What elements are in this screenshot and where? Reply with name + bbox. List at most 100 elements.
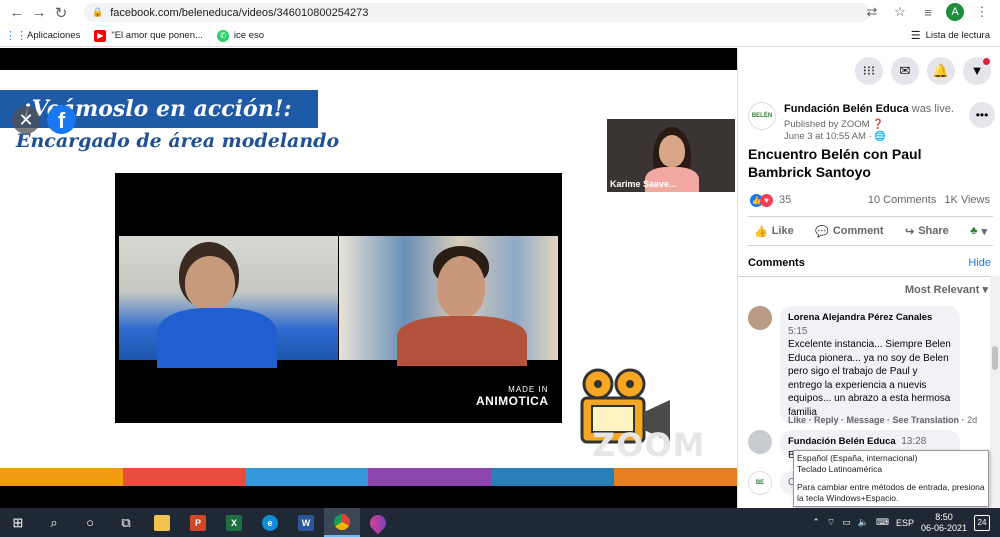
- post-actions: 👍 Like 💬 Comment ↪ Share ♣ ▾: [748, 216, 993, 246]
- commenter-avatar[interactable]: [748, 430, 772, 454]
- taskbar-file-explorer[interactable]: [144, 508, 180, 537]
- clock-date: 06-06-2021: [920, 522, 967, 533]
- taskbar-chrome[interactable]: [324, 508, 360, 537]
- comment-time[interactable]: 5:15: [788, 326, 807, 337]
- commenter-avatar[interactable]: [748, 306, 772, 330]
- page-name-link[interactable]: Fundación Belén Educa: [784, 103, 909, 115]
- reading-list-icon: ☰: [910, 30, 921, 42]
- bookmark-star-icon[interactable]: ☆: [890, 2, 910, 22]
- reaction-count[interactable]: 35: [779, 194, 791, 206]
- close-video-button[interactable]: ✕: [12, 106, 40, 134]
- post-options-button[interactable]: •••: [969, 102, 995, 128]
- comment-author[interactable]: Lorena Alejandra Pérez Canales: [788, 312, 932, 323]
- network-icon[interactable]: ⌔: [827, 517, 835, 528]
- comments-title: Comments: [748, 257, 805, 269]
- droplet-icon: [366, 511, 390, 534]
- taskbar-word[interactable]: W: [288, 508, 324, 537]
- share-button[interactable]: ↪ Share: [905, 225, 949, 238]
- circle-icon: ○: [86, 515, 94, 530]
- cortana-button[interactable]: ○: [72, 508, 108, 537]
- apps-grid-icon: ⋮⋮: [5, 30, 27, 42]
- keyboard-icon[interactable]: ⌨: [876, 517, 889, 528]
- close-icon: ✕: [18, 109, 34, 130]
- comments-scrollbar[interactable]: [990, 276, 1000, 508]
- taskbar-powerpoint[interactable]: P: [180, 508, 216, 537]
- sort-dropdown[interactable]: Most Relevant ▾: [905, 283, 988, 296]
- stripe-segment: [491, 468, 615, 486]
- back-icon[interactable]: ←: [6, 2, 28, 24]
- profile-avatar[interactable]: A: [946, 3, 964, 21]
- comment-actions[interactable]: Like · Reply · Message · See Translation…: [788, 415, 977, 425]
- post-meta: Published by ZOOM ❓ June 3 at 10:55 AM ·…: [784, 119, 887, 143]
- comment-time[interactable]: 13:28: [901, 436, 926, 447]
- chrome-icon: [334, 513, 350, 530]
- views-count: 1K Views: [944, 194, 990, 206]
- app-root: ← → ↻ 🔒 facebook.com/beleneduca/videos/3…: [0, 0, 1000, 537]
- whatsapp-icon: ✆: [216, 29, 229, 42]
- account-button[interactable]: ▼: [963, 56, 991, 85]
- stripe-segment: [122, 468, 246, 486]
- task-view-icon: ⧉: [121, 514, 131, 530]
- excel-icon: X: [226, 514, 242, 531]
- battery-icon[interactable]: ▭: [842, 517, 851, 528]
- comment-bubble-icon: 💬: [815, 225, 829, 238]
- stripe-segment: [368, 468, 492, 486]
- reading-list-label: Lista de lectura: [925, 30, 990, 41]
- share-arrow-icon: ↪: [905, 225, 915, 238]
- powerpoint-icon: P: [190, 514, 206, 531]
- url-text: facebook.com/beleneduca/videos/346010800…: [110, 6, 369, 19]
- facebook-logo-icon[interactable]: f: [47, 105, 76, 134]
- search-icon: ⌕: [50, 514, 58, 530]
- comment-button[interactable]: 💬 Comment: [815, 225, 883, 238]
- menu-grid-button[interactable]: ⁝⁝⁝: [855, 56, 883, 85]
- webcam-feed-left: [119, 236, 338, 368]
- composer-avatar: BE: [748, 471, 772, 495]
- translate-icon[interactable]: ⇄: [862, 2, 882, 22]
- reload-icon[interactable]: ↻: [50, 2, 72, 24]
- search-button[interactable]: ⌕: [36, 508, 72, 537]
- stripe-segment: [0, 468, 123, 486]
- address-bar[interactable]: 🔒 facebook.com/beleneduca/videos/3460108…: [84, 3, 870, 22]
- taskbar-edge[interactable]: e: [252, 508, 288, 537]
- color-stripe: [0, 468, 737, 486]
- comment-author[interactable]: Fundación Belén Educa: [788, 436, 896, 447]
- youtube-icon: ▶: [94, 29, 107, 42]
- comment-actions-text[interactable]: Like · Reply · Message · See Translation…: [788, 415, 965, 425]
- info-icon[interactable]: ❓: [872, 119, 884, 130]
- reading-list-icon[interactable]: ≡: [918, 2, 938, 22]
- clock[interactable]: 8:50 06-06-2021: [921, 512, 967, 534]
- taskbar-excel[interactable]: X: [216, 508, 252, 537]
- forward-icon[interactable]: →: [28, 2, 50, 24]
- post-author-line: Fundación Belén Educa was live.: [784, 103, 954, 115]
- reading-list-button[interactable]: ☰ Lista de lectura: [911, 29, 990, 42]
- bookmark-apps[interactable]: ⋮⋮ Aplicaciones: [5, 30, 80, 42]
- post-date[interactable]: June 3 at 10:55 AM: [784, 131, 866, 142]
- taskbar-app[interactable]: [360, 508, 396, 537]
- task-view-button[interactable]: ⧉: [108, 508, 144, 537]
- notifications-button[interactable]: 🔔: [927, 56, 955, 85]
- bookmark-youtube[interactable]: ▶ "El amor que ponen...: [94, 29, 203, 42]
- hide-comments-link[interactable]: Hide: [968, 257, 991, 269]
- language-indicator[interactable]: ESP: [896, 518, 914, 528]
- love-reaction-icon: ♥: [760, 193, 773, 207]
- page-selector-button[interactable]: ♣ ▾: [970, 225, 987, 238]
- bookmark-whatsapp[interactable]: ✆ ice eso: [216, 29, 264, 42]
- bookmarks-bar: ⋮⋮ Aplicaciones ▶ "El amor que ponen... …: [0, 25, 1000, 47]
- notification-center-button[interactable]: 24: [974, 514, 990, 531]
- webcam-feed-right: [339, 236, 558, 366]
- page-avatar[interactable]: BELÉN: [748, 102, 776, 130]
- like-button[interactable]: 👍 Like: [754, 225, 794, 238]
- video-player[interactable]: ¡Veámoslo en acción!: Encargado de área …: [0, 48, 737, 508]
- brand-label: ANIMOTICA: [476, 393, 549, 408]
- comment-bubble: Lorena Alejandra Pérez Canales 5:15 Exce…: [780, 306, 960, 424]
- participant-thumbnail: Karime Saave...: [607, 119, 735, 192]
- chevron-up-icon[interactable]: ⌃: [812, 517, 820, 528]
- menu-kebab-icon[interactable]: ⋮: [972, 2, 992, 22]
- person-body: [397, 316, 527, 366]
- comments-count[interactable]: 10 Comments: [868, 194, 936, 206]
- scrollbar-thumb[interactable]: [992, 346, 998, 370]
- volume-icon[interactable]: 🔈: [858, 517, 869, 528]
- start-button[interactable]: ⊞: [0, 508, 36, 537]
- messenger-button[interactable]: ✉: [891, 56, 919, 85]
- comment-text: Excelente instancia... Siempre Belen Edu…: [788, 339, 951, 418]
